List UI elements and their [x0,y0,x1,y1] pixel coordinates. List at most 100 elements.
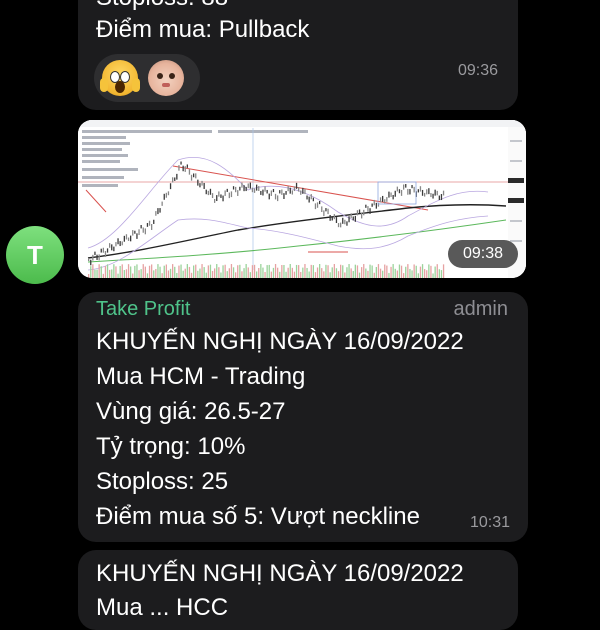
volume-bar [371,265,373,278]
message-line: Điểm mua: Pullback [96,16,310,43]
candle [243,185,245,192]
volume-bar [287,267,289,278]
candle [94,251,96,256]
volume-bar [249,272,251,278]
sender-name[interactable]: Take Profit [96,298,190,321]
candle [186,164,188,168]
scream-emoji-icon[interactable] [100,60,140,96]
candle [218,191,220,197]
candle [424,192,426,197]
candle [188,169,191,175]
candle [119,241,121,247]
candle [277,195,279,202]
volume-bar [289,264,291,278]
message-line: Điểm mua số 5: Vượt neckline [96,503,420,530]
candle [348,216,350,223]
volume-bar [411,270,413,278]
volume-bar [386,265,388,278]
volume-bar [190,272,193,278]
volume-bar [327,265,329,278]
volume-bar [182,270,184,278]
chart-image-message[interactable]: 09:38 [78,120,526,278]
candle [178,165,180,171]
volume-bar [331,267,333,278]
volume-bar [239,264,241,278]
candle [287,186,289,192]
candle [388,191,390,198]
volume-bar [277,267,279,278]
candle [148,220,151,226]
volume-bar [151,264,153,278]
candle [373,199,375,206]
volume-bar [295,264,298,278]
sender-avatar[interactable]: T [6,226,64,284]
volume-bar [174,266,176,278]
volume-bar [329,272,331,278]
message-bubble-recommendation[interactable]: Take Profit admin KHUYẾN NGHỊ NGÀY 16/09… [78,292,528,542]
candle [306,195,308,200]
candle [232,186,235,190]
candle [100,248,102,253]
volume-bar [176,272,178,278]
volume-bar [400,265,403,278]
message-line: Stoploss: 25 [96,468,229,495]
candle [165,192,167,198]
candle [340,222,342,228]
volume-bar [319,264,321,278]
candle [426,189,428,195]
candle [270,190,272,196]
message-bubble-stoploss[interactable]: Stoploss: 88 Điểm mua: Pullback 09:36 [78,0,518,110]
candle [258,186,260,191]
candle [224,190,226,196]
candle [142,227,144,233]
volume-bar [365,268,367,278]
volume-bar [268,264,270,278]
volume-bar [130,266,132,278]
candle [203,182,205,189]
candle [163,193,165,200]
candle [400,189,403,196]
candle [434,189,436,196]
volume-bar [396,270,398,278]
candle [174,177,176,181]
candle [386,197,388,202]
volume-bar [394,268,396,278]
volume-bar [407,264,409,278]
volume-bar [264,271,266,278]
candle [289,187,291,194]
candle [304,189,306,195]
candle [411,185,413,189]
candle [241,182,243,188]
candle [384,199,386,204]
volume-bar [172,264,174,278]
candle [262,189,264,196]
candle [409,189,411,195]
volume-bar [281,265,283,278]
volume-bar [214,268,216,278]
candle [442,190,445,196]
reactions-bar[interactable] [94,54,200,102]
volume-bar [163,265,165,278]
volume-bar [340,264,342,278]
volume-bar [119,265,121,278]
volume-bar [358,272,361,278]
message-bubble-next[interactable]: KHUYẾN NGHỊ NGÀY 16/09/2022 Mua ... HCC [78,550,518,630]
volume-bar [155,268,157,278]
volume-bar [270,271,272,278]
candle [342,217,344,224]
volume-bar [316,267,319,278]
candle [350,213,352,219]
candle [205,189,207,195]
volume-bar [321,268,323,278]
candle [419,186,422,192]
volume-bar [251,265,254,278]
candle [323,210,325,217]
reactor-avatar[interactable] [148,60,184,96]
candle [396,186,398,192]
candle [379,197,382,203]
volume-bar [302,267,304,278]
candle [279,190,281,194]
volume-bar [258,268,260,278]
volume-bar [306,267,308,278]
candle [161,201,163,206]
